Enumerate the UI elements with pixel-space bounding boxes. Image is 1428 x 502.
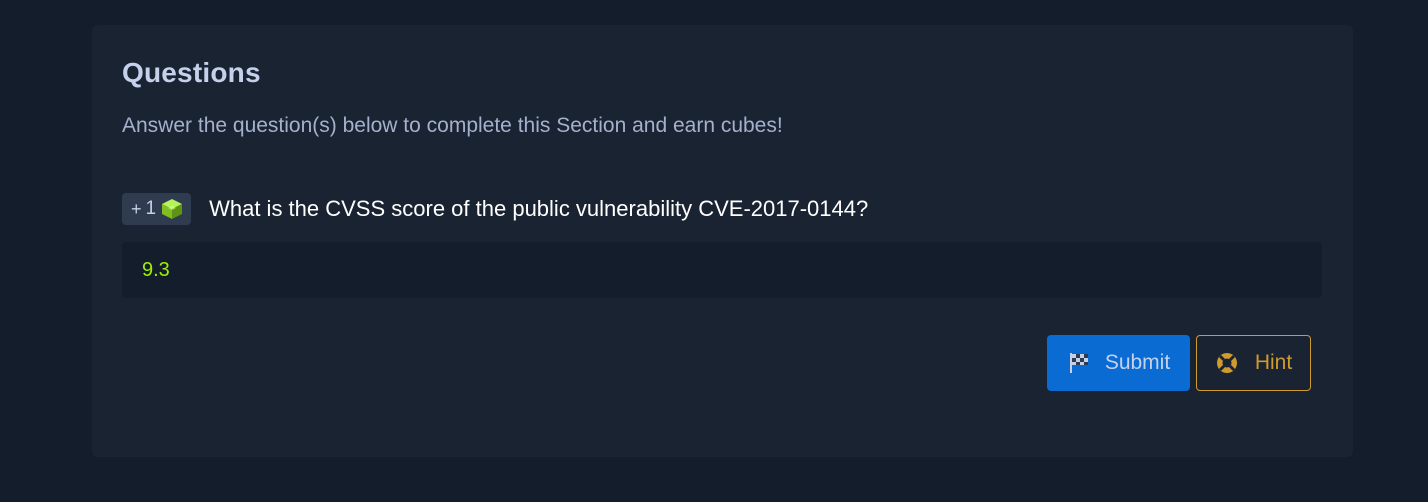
reward-value: 1 bbox=[145, 198, 157, 219]
section-title: Questions bbox=[122, 57, 261, 88]
answer-field-container bbox=[122, 242, 1322, 298]
lifebuoy-icon bbox=[1215, 351, 1239, 375]
reward-plus: + bbox=[131, 198, 142, 219]
hint-label: Hint bbox=[1254, 351, 1293, 374]
flag-icon bbox=[1067, 351, 1091, 375]
questions-card: Questions Answer the question(s) below t… bbox=[92, 25, 1353, 457]
answer-input[interactable] bbox=[142, 258, 1302, 282]
submit-label: Submit bbox=[1104, 351, 1171, 374]
cube-icon bbox=[160, 197, 184, 221]
submit-button[interactable]: Submit bbox=[1047, 335, 1190, 391]
question-row: + 1 What is the CVSS score of the public… bbox=[122, 193, 868, 225]
section-subtitle: Answer the question(s) below to complete… bbox=[122, 114, 783, 137]
question-text: What is the CVSS score of the public vul… bbox=[209, 196, 869, 221]
cube-reward-badge: + 1 bbox=[122, 193, 192, 225]
hint-button[interactable]: Hint bbox=[1196, 335, 1311, 391]
